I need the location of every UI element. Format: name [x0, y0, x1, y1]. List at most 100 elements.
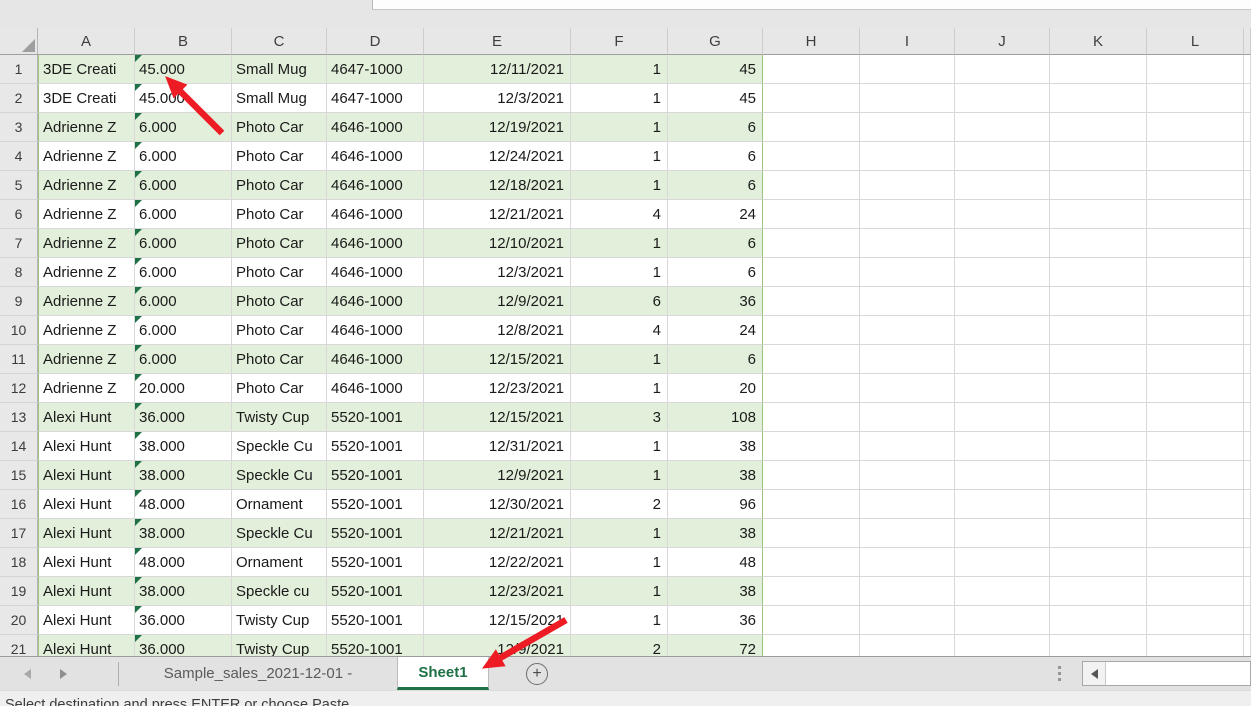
cell-F11[interactable]: 1	[571, 345, 668, 374]
cell-D10[interactable]: 4646-1000	[327, 316, 424, 345]
cell-G13[interactable]: 108	[668, 403, 763, 432]
cell-B14[interactable]: 38.000	[135, 432, 232, 461]
cell-L9[interactable]	[1147, 287, 1244, 316]
cell-D15[interactable]: 5520-1001	[327, 461, 424, 490]
cell-J12[interactable]	[955, 374, 1050, 403]
cell-A16[interactable]: Alexi Hunt	[38, 490, 135, 519]
cell-D7[interactable]: 4646-1000	[327, 229, 424, 258]
cell-J13[interactable]	[955, 403, 1050, 432]
add-sheet-button[interactable]: +	[526, 663, 548, 685]
cell-D16[interactable]: 5520-1001	[327, 490, 424, 519]
cell-K17[interactable]	[1050, 519, 1147, 548]
cell-G2[interactable]: 45	[668, 84, 763, 113]
cell-F20[interactable]: 1	[571, 606, 668, 635]
row-header-5[interactable]: 5	[0, 171, 38, 200]
tabbar-resize-grip[interactable]	[1058, 666, 1062, 684]
cell-M1[interactable]	[1244, 55, 1251, 84]
cell-L7[interactable]	[1147, 229, 1244, 258]
cell-H12[interactable]	[763, 374, 860, 403]
cell-B11[interactable]: 6.000	[135, 345, 232, 374]
cell-I21[interactable]	[860, 635, 955, 657]
column-header-F[interactable]: F	[571, 28, 668, 55]
cell-H19[interactable]	[763, 577, 860, 606]
cell-G16[interactable]: 96	[668, 490, 763, 519]
cell-J19[interactable]	[955, 577, 1050, 606]
cell-D3[interactable]: 4646-1000	[327, 113, 424, 142]
cell-B15[interactable]: 38.000	[135, 461, 232, 490]
cell-C9[interactable]: Photo Car	[232, 287, 327, 316]
cell-D19[interactable]: 5520-1001	[327, 577, 424, 606]
cell-F16[interactable]: 2	[571, 490, 668, 519]
cell-M4[interactable]	[1244, 142, 1251, 171]
scroll-left-button[interactable]	[1083, 662, 1106, 685]
row-header-16[interactable]: 16	[0, 490, 38, 519]
cell-A20[interactable]: Alexi Hunt	[38, 606, 135, 635]
cell-H2[interactable]	[763, 84, 860, 113]
cell-F10[interactable]: 4	[571, 316, 668, 345]
row-header-15[interactable]: 15	[0, 461, 38, 490]
cell-D8[interactable]: 4646-1000	[327, 258, 424, 287]
cell-C5[interactable]: Photo Car	[232, 171, 327, 200]
cell-G6[interactable]: 24	[668, 200, 763, 229]
cell-B21[interactable]: 36.000	[135, 635, 232, 657]
cell-L16[interactable]	[1147, 490, 1244, 519]
cell-E20[interactable]: 12/15/2021	[424, 606, 571, 635]
cell-E5[interactable]: 12/18/2021	[424, 171, 571, 200]
cell-M2[interactable]	[1244, 84, 1251, 113]
cell-E14[interactable]: 12/31/2021	[424, 432, 571, 461]
cell-B7[interactable]: 6.000	[135, 229, 232, 258]
cell-E2[interactable]: 12/3/2021	[424, 84, 571, 113]
cell-B12[interactable]: 20.000	[135, 374, 232, 403]
cell-I1[interactable]	[860, 55, 955, 84]
cell-I2[interactable]	[860, 84, 955, 113]
cell-E9[interactable]: 12/9/2021	[424, 287, 571, 316]
row-header-1[interactable]: 1	[0, 55, 38, 84]
cell-K7[interactable]	[1050, 229, 1147, 258]
column-header-C[interactable]: C	[232, 28, 327, 55]
cell-I18[interactable]	[860, 548, 955, 577]
cell-K10[interactable]	[1050, 316, 1147, 345]
cell-C18[interactable]: Ornament	[232, 548, 327, 577]
column-header-K[interactable]: K	[1050, 28, 1147, 55]
cell-F13[interactable]: 3	[571, 403, 668, 432]
cell-J10[interactable]	[955, 316, 1050, 345]
cell-K4[interactable]	[1050, 142, 1147, 171]
cell-M13[interactable]	[1244, 403, 1251, 432]
cell-J3[interactable]	[955, 113, 1050, 142]
cell-F6[interactable]: 4	[571, 200, 668, 229]
cell-L11[interactable]	[1147, 345, 1244, 374]
cell-B20[interactable]: 36.000	[135, 606, 232, 635]
cell-C8[interactable]: Photo Car	[232, 258, 327, 287]
cell-D17[interactable]: 5520-1001	[327, 519, 424, 548]
cell-L12[interactable]	[1147, 374, 1244, 403]
cell-G20[interactable]: 36	[668, 606, 763, 635]
cell-G5[interactable]: 6	[668, 171, 763, 200]
cell-F17[interactable]: 1	[571, 519, 668, 548]
cell-J1[interactable]	[955, 55, 1050, 84]
cell-M16[interactable]	[1244, 490, 1251, 519]
cell-L17[interactable]	[1147, 519, 1244, 548]
row-header-12[interactable]: 12	[0, 374, 38, 403]
cell-L8[interactable]	[1147, 258, 1244, 287]
column-header-partial[interactable]	[1244, 28, 1251, 55]
cell-I14[interactable]	[860, 432, 955, 461]
cell-J9[interactable]	[955, 287, 1050, 316]
cell-D18[interactable]: 5520-1001	[327, 548, 424, 577]
cell-K19[interactable]	[1050, 577, 1147, 606]
cell-B2[interactable]: 45.000	[135, 84, 232, 113]
cell-L6[interactable]	[1147, 200, 1244, 229]
cell-M9[interactable]	[1244, 287, 1251, 316]
cell-F2[interactable]: 1	[571, 84, 668, 113]
cell-J17[interactable]	[955, 519, 1050, 548]
cell-E3[interactable]: 12/19/2021	[424, 113, 571, 142]
cell-J2[interactable]	[955, 84, 1050, 113]
cell-I3[interactable]	[860, 113, 955, 142]
cell-F14[interactable]: 1	[571, 432, 668, 461]
cell-H10[interactable]	[763, 316, 860, 345]
cell-C19[interactable]: Speckle cu	[232, 577, 327, 606]
cell-B8[interactable]: 6.000	[135, 258, 232, 287]
cell-E17[interactable]: 12/21/2021	[424, 519, 571, 548]
cell-I12[interactable]	[860, 374, 955, 403]
cell-E13[interactable]: 12/15/2021	[424, 403, 571, 432]
cell-G19[interactable]: 38	[668, 577, 763, 606]
